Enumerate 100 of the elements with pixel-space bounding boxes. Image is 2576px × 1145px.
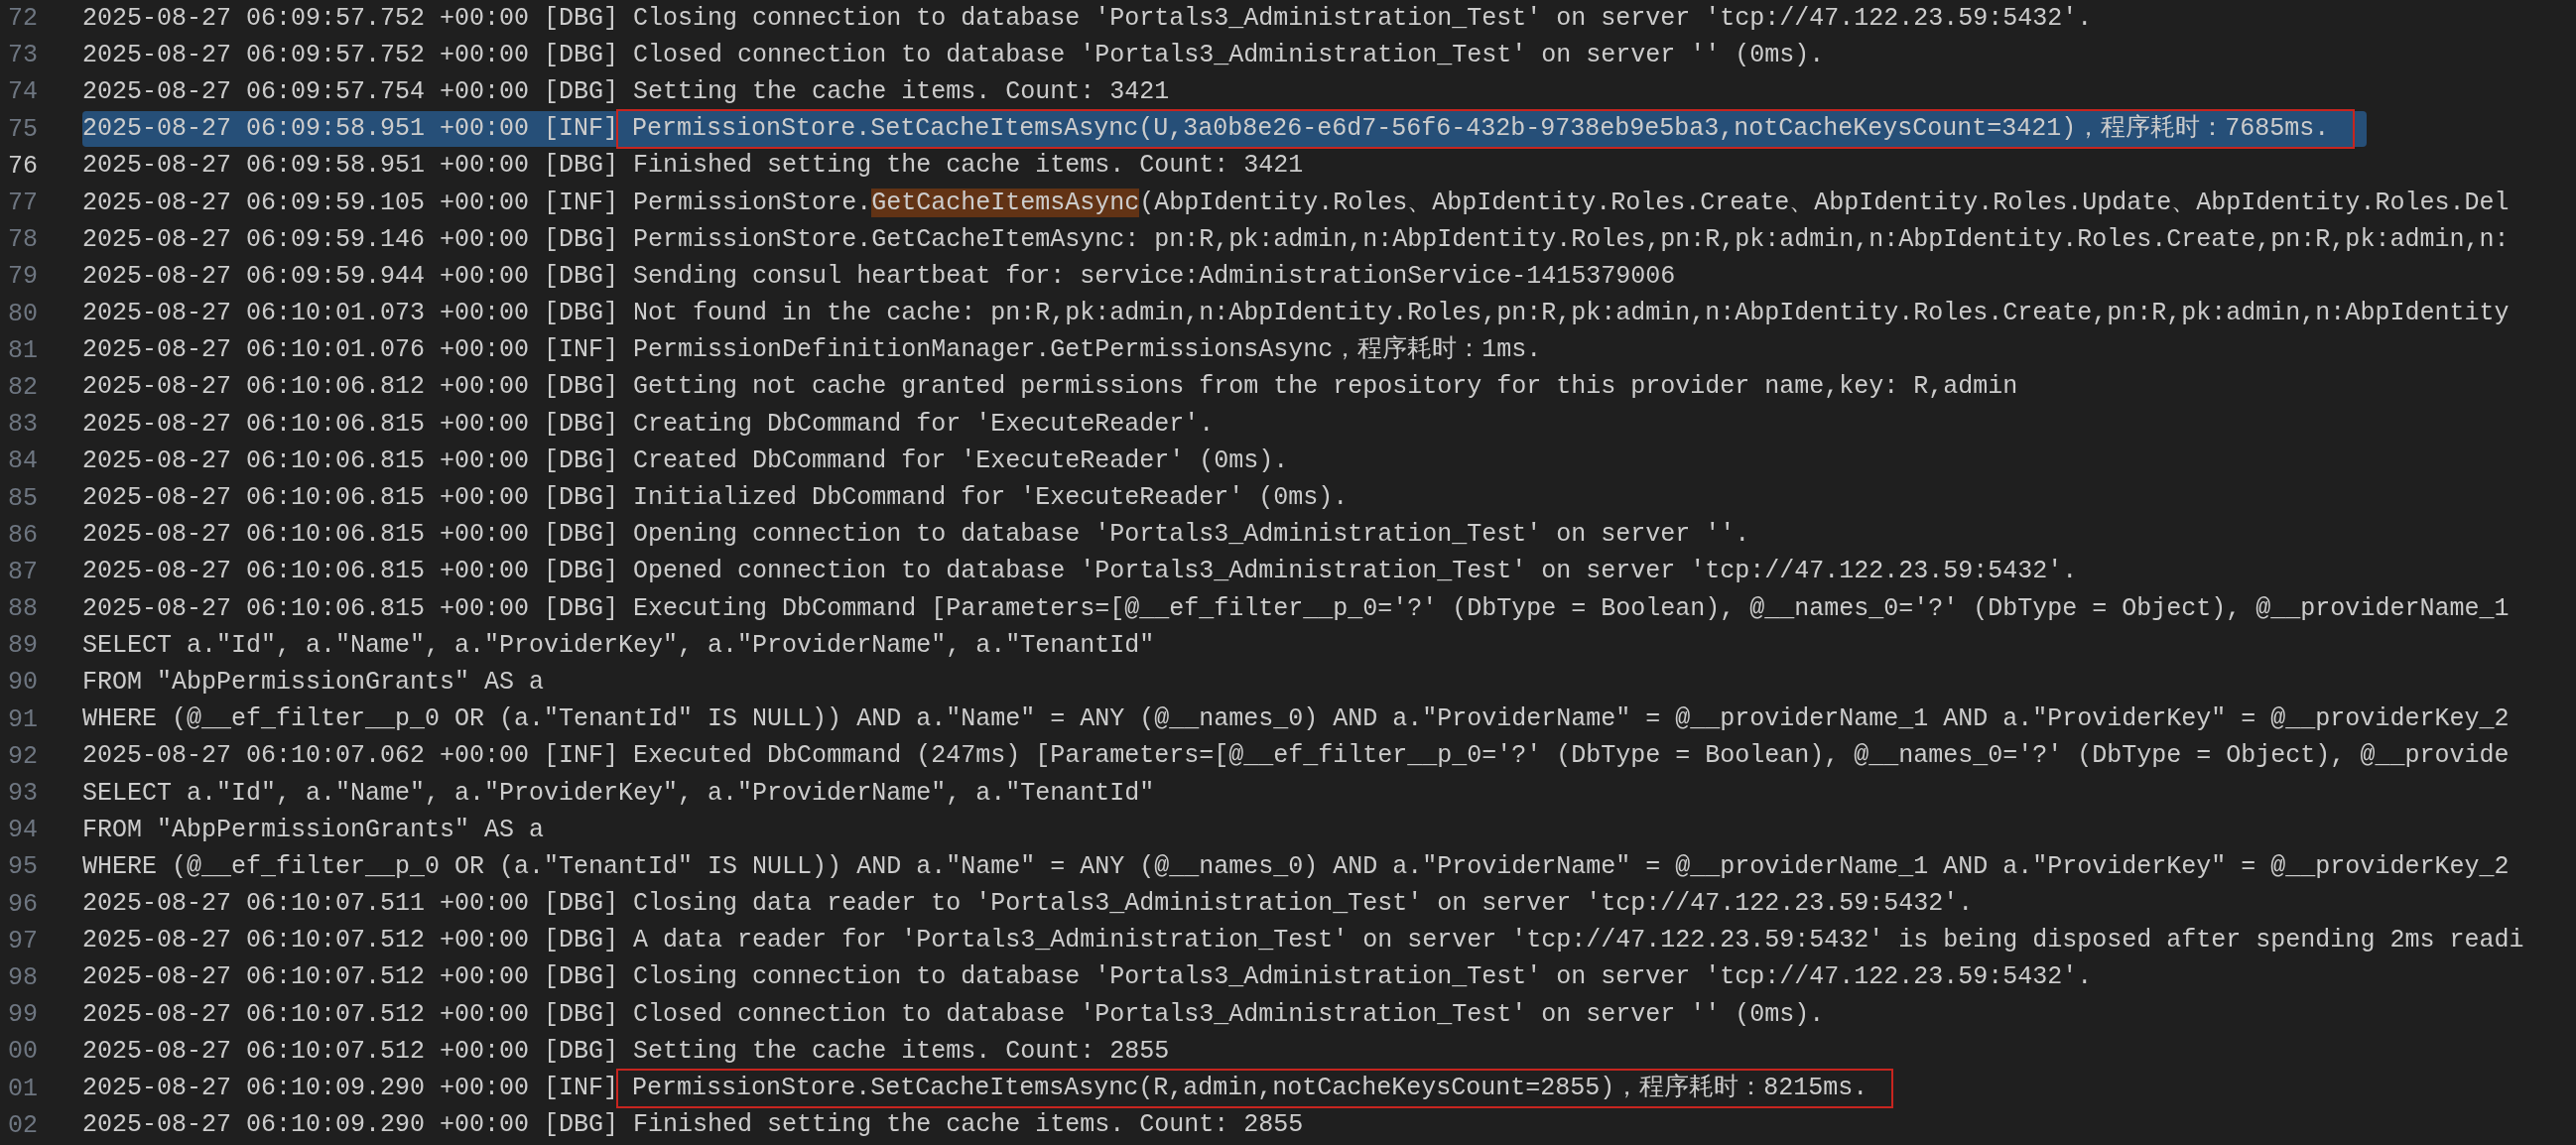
log-level: [DBG] bbox=[544, 1035, 619, 1068]
log-timestamp: 2025-08-27 06:10:07.512 +00:00 bbox=[82, 998, 530, 1031]
log-timestamp: 2025-08-27 06:10:06.815 +00:00 bbox=[82, 408, 530, 441]
log-level: [DBG] bbox=[544, 519, 619, 552]
log-message: Creating DbCommand for 'ExecuteReader'. bbox=[633, 408, 1215, 441]
log-timestamp: 2025-08-27 06:09:57.754 +00:00 bbox=[82, 75, 530, 108]
line-number: 77 bbox=[7, 189, 38, 218]
log-level: [DBG] bbox=[544, 482, 619, 515]
line-number: 92 bbox=[7, 741, 38, 771]
sql-text: FROM "AbpPermissionGrants" AS a bbox=[82, 666, 545, 699]
line-number: 99 bbox=[7, 1000, 38, 1030]
log-timestamp: 2025-08-27 06:10:06.815 +00:00 bbox=[82, 556, 530, 588]
log-message: PermissionStore.GetCacheItemAsync: pn:R,pk:admin,n:AbpIdentity.Roles,pn:R,pk:admin,n:AbpIdentity.Roles.Create,pn:R,pk:admin,n: bbox=[633, 223, 2510, 256]
log-level: [DBG] bbox=[544, 371, 619, 404]
sql-text: WHERE (@__ef_filter__p_0 OR (a."TenantId" IS NULL)) AND a."Name" = ANY (@__names_0) AND a."ProviderName" = @__providerName_1 AND a."ProviderKey" = @__providerKey_2 bbox=[82, 850, 2510, 883]
log-message: Created DbCommand for 'ExecuteReader' (0ms). bbox=[633, 445, 1289, 477]
line-number: 90 bbox=[7, 668, 38, 698]
line-number: 84 bbox=[7, 446, 38, 476]
sql-text: FROM "AbpPermissionGrants" AS a bbox=[82, 814, 545, 846]
line-number: 96 bbox=[7, 889, 38, 919]
line-number: 88 bbox=[7, 594, 38, 624]
log-timestamp: 2025-08-27 06:10:06.815 +00:00 bbox=[82, 445, 530, 477]
log-level: [INF] bbox=[544, 187, 619, 219]
log-message: Setting the cache items. Count: 3421 bbox=[633, 75, 1170, 108]
log-level: [DBG] bbox=[544, 592, 619, 625]
log-level: [DBG] bbox=[544, 223, 619, 256]
line-number: 73 bbox=[7, 41, 38, 70]
log-level: [DBG] bbox=[544, 260, 619, 293]
log-timestamp: 2025-08-27 06:10:07.511 +00:00 bbox=[82, 888, 530, 921]
log-message: Closing data reader to 'Portals3_Administration_Test' on server 'tcp://47.122.23.59:5432'. bbox=[633, 888, 1974, 921]
log-level: [DBG] bbox=[544, 408, 619, 441]
log-level: [INF] bbox=[544, 740, 619, 773]
log-timestamp: 2025-08-27 06:09:59.105 +00:00 bbox=[82, 187, 530, 219]
log-timestamp: 2025-08-27 06:10:06.815 +00:00 bbox=[82, 482, 530, 515]
log-message: PermissionStore.SetCacheItemsAsync(R,admin,notCacheKeysCount=2855)，程序耗时：8215ms. bbox=[632, 1073, 1868, 1105]
log-message: PermissionDefinitionManager.GetPermissionsAsync，程序耗时：1ms. bbox=[633, 334, 1542, 367]
log-level: [DBG] bbox=[544, 888, 619, 921]
log-timestamp: 2025-08-27 06:10:06.812 +00:00 bbox=[82, 371, 530, 404]
line-number: 01 bbox=[7, 1074, 38, 1103]
line-number: 89 bbox=[7, 631, 38, 661]
sql-text: WHERE (@__ef_filter__p_0 OR (a."TenantId" IS NULL)) AND a."Name" = ANY (@__names_0) AND a."ProviderName" = @__providerName_1 AND a."ProviderKey" = @__providerKey_2 bbox=[82, 703, 2510, 736]
line-number: 75 bbox=[7, 114, 38, 144]
log-level: [DBG] bbox=[544, 925, 619, 957]
log-timestamp: 2025-08-27 06:09:59.146 +00:00 bbox=[82, 223, 530, 256]
line-number: 72 bbox=[7, 4, 38, 34]
log-message: A data reader for 'Portals3_Administration_Test' on server 'tcp://47.122.23.59:5432' is being disposed after spending 2ms readi bbox=[633, 925, 2524, 957]
log-timestamp: 2025-08-27 06:09:58.951 +00:00 bbox=[82, 150, 530, 183]
log-message: Finished setting the cache items. Count: 3421 bbox=[633, 150, 1304, 183]
line-number: 00 bbox=[7, 1037, 38, 1067]
log-message: Initialized DbCommand for 'ExecuteReader' (0ms). bbox=[633, 482, 1349, 515]
line-number: 79 bbox=[7, 262, 38, 292]
line-number: 98 bbox=[7, 962, 38, 992]
log-timestamp: 2025-08-27 06:10:07.512 +00:00 bbox=[82, 1035, 530, 1068]
line-number: 78 bbox=[7, 225, 38, 255]
line-number: 80 bbox=[7, 299, 38, 328]
line-number: 85 bbox=[7, 483, 38, 513]
log-level: [DBG] bbox=[544, 556, 619, 588]
log-message: Closed connection to database 'Portals3_Administration_Test' on server '' (0ms). bbox=[633, 998, 1825, 1031]
sql-text: SELECT a."Id", a."Name", a."ProviderKey", a."ProviderName", a."TenantId" bbox=[82, 629, 1155, 662]
log-level: [DBG] bbox=[544, 298, 619, 330]
line-number: 82 bbox=[7, 372, 38, 402]
line-number: 87 bbox=[7, 557, 38, 586]
log-timestamp: 2025-08-27 06:09:57.752 +00:00 bbox=[82, 39, 530, 71]
line-number: 93 bbox=[7, 779, 38, 809]
log-level: [INF] bbox=[544, 113, 619, 146]
line-number: 91 bbox=[7, 704, 38, 734]
log-timestamp: 2025-08-27 06:10:01.073 +00:00 bbox=[82, 298, 530, 330]
log-message: Executing DbCommand [Parameters=[@__ef_filter__p_0='?' (DbType = Boolean), @__names_0='?' (DbType = Object), @__providerName_1 bbox=[633, 592, 2510, 625]
line-number: 74 bbox=[7, 77, 38, 107]
line-number: 97 bbox=[7, 926, 38, 955]
log-message: Not found in the cache: pn:R,pk:admin,n:AbpIdentity.Roles,pn:R,pk:admin,n:AbpIdentity.Roles.Create,pn:R,pk:admin,n:AbpIdentity bbox=[633, 298, 2510, 330]
log-level: [DBG] bbox=[544, 75, 619, 108]
log-timestamp: 2025-08-27 06:10:07.062 +00:00 bbox=[82, 740, 530, 773]
log-timestamp: 2025-08-27 06:09:59.944 +00:00 bbox=[82, 260, 530, 293]
log-level: [DBG] bbox=[544, 998, 619, 1031]
log-message: Closed connection to database 'Portals3_Administration_Test' on server '' (0ms). bbox=[633, 39, 1825, 71]
log-timestamp: 2025-08-27 06:09:57.752 +00:00 bbox=[82, 2, 530, 35]
log-timestamp: 2025-08-27 06:10:09.290 +00:00 bbox=[82, 1073, 530, 1105]
log-level: [DBG] bbox=[544, 150, 619, 183]
line-number: 02 bbox=[7, 1110, 38, 1140]
log-message: Opening connection to database 'Portals3_Administration_Test' on server ''. bbox=[633, 519, 1750, 552]
log-level: [INF] bbox=[544, 1073, 619, 1105]
log-message: Setting the cache items. Count: 2855 bbox=[633, 1035, 1170, 1068]
log-message: Opened connection to database 'Portals3_Administration_Test' on server 'tcp://47.122.23.59:5432'. bbox=[633, 556, 2078, 588]
line-number: 76 bbox=[7, 151, 38, 181]
log-message: Finished setting the cache items. Count: 2855 bbox=[633, 1109, 1304, 1142]
log-message: Sending consul heartbeat for: service:AdministrationService-1415379006 bbox=[633, 260, 1676, 293]
log-timestamp: 2025-08-27 06:09:58.951 +00:00 bbox=[82, 113, 530, 146]
log-timestamp: 2025-08-27 06:10:06.815 +00:00 bbox=[82, 592, 530, 625]
line-number: 83 bbox=[7, 410, 38, 440]
line-number: 81 bbox=[7, 335, 38, 365]
line-number: 94 bbox=[7, 816, 38, 845]
log-level: [DBG] bbox=[544, 961, 619, 994]
log-level: [DBG] bbox=[544, 445, 619, 477]
log-message: PermissionStore.GetCacheItemsAsync(AbpIdentity.Roles、AbpIdentity.Roles.Create、AbpIdentity.Roles.Update、AbpIdentity.Roles.Del bbox=[633, 187, 2510, 219]
log-level: [DBG] bbox=[544, 2, 619, 35]
log-timestamp: 2025-08-27 06:10:01.076 +00:00 bbox=[82, 334, 530, 367]
log-level: [DBG] bbox=[544, 1109, 619, 1142]
sql-text: SELECT a."Id", a."Name", a."ProviderKey", a."ProviderName", a."TenantId" bbox=[82, 777, 1155, 810]
log-level: [INF] bbox=[544, 334, 619, 367]
